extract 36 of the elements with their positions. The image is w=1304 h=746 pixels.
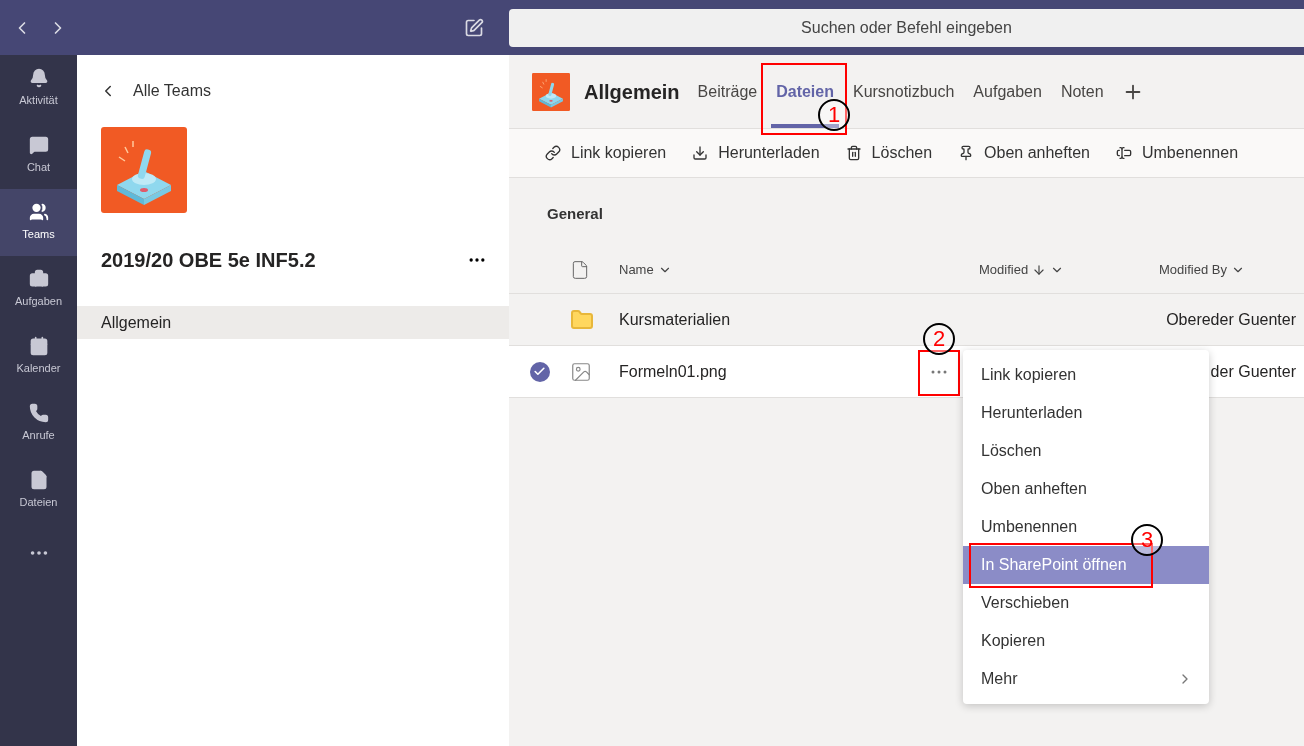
rail-item[interactable]: Aktivität [0, 55, 77, 122]
file-name[interactable]: Formeln01.png [619, 359, 727, 384]
rail-item[interactable]: Kalender [0, 323, 77, 390]
rail-item[interactable]: Dateien [0, 457, 77, 524]
all-teams-link[interactable]: Alle Teams [99, 79, 509, 103]
search-field[interactable]: Suchen oder Befehl eingeben [509, 8, 1304, 47]
modified-by-text: der Guenter [1209, 361, 1297, 382]
channel-tab[interactable]: Noten [1055, 55, 1109, 128]
annotation-number: 2 [923, 322, 955, 355]
team-name: 2019/20 OBE 5e INF5.2 [101, 248, 316, 273]
column-header[interactable]: Modified By [1159, 259, 1245, 280]
channel-tab[interactable]: Beiträge [692, 55, 763, 128]
modified-by-text: Obereder Guenter [1165, 309, 1297, 330]
toolbar-button[interactable]: Umbenennen [1115, 141, 1239, 165]
menu-item[interactable]: Löschen [963, 431, 1209, 470]
column-header[interactable]: Name [619, 259, 979, 280]
menu-item[interactable]: Oben anheften [963, 469, 1209, 508]
channel-tab[interactable]: Aufgaben [968, 55, 1047, 128]
rail-item[interactable]: Anrufe [0, 390, 77, 457]
toolbar-button[interactable]: Link kopieren [545, 141, 667, 165]
folder-title: General [547, 205, 603, 222]
rail-item[interactable]: Chat [0, 122, 77, 189]
column-header[interactable]: Modified [979, 259, 1159, 280]
toolbar-button[interactable]: Herunterladen [692, 141, 820, 165]
toolbar-button[interactable]: Oben anheften [958, 141, 1090, 165]
menu-item[interactable]: Link kopieren [963, 355, 1209, 394]
menu-item[interactable]: Mehr [963, 659, 1209, 698]
toolbar-button[interactable]: Löschen [845, 141, 933, 165]
menu-item[interactable]: Herunterladen [963, 393, 1209, 432]
menu-item[interactable]: Kopieren [963, 621, 1209, 660]
file-name[interactable]: Kursmaterialien [619, 307, 731, 332]
channel-item[interactable]: Allgemein [77, 306, 509, 339]
channel-title: Allgemein [584, 79, 680, 105]
menu-item[interactable]: Verschieben [963, 583, 1209, 622]
rail-item[interactable]: Aufgaben [0, 256, 77, 323]
rail-item[interactable]: Teams [0, 189, 77, 256]
